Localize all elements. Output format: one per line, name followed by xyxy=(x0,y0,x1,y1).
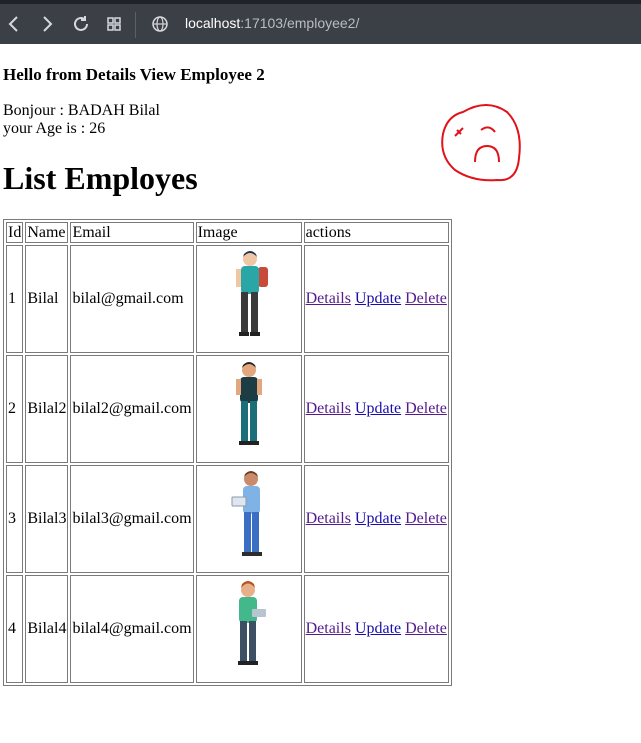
page-heading: Hello from Details View Employee 2 xyxy=(3,65,265,84)
cell-id: 4 xyxy=(6,575,24,683)
cell-email: bilal4@gmail.com xyxy=(70,575,194,683)
url-host: localhost xyxy=(185,15,241,31)
table-header-row: Id Name Email Image actions xyxy=(6,222,449,243)
details-link[interactable]: Details xyxy=(306,290,351,307)
cell-name: Bilal4 xyxy=(25,575,69,683)
browser-toolbar: localhost:17103/employee2/ xyxy=(0,0,641,44)
reload-icon[interactable] xyxy=(70,13,92,35)
header-id: Id xyxy=(6,222,24,243)
employee-avatar-image xyxy=(235,250,268,336)
header-name: Name xyxy=(25,222,69,243)
globe-icon[interactable] xyxy=(149,13,171,35)
cell-email: bilal3@gmail.com xyxy=(70,465,194,573)
list-title: List Employes xyxy=(3,160,198,196)
header-image: Image xyxy=(195,222,302,243)
cell-actions: Details Update Delete xyxy=(303,245,449,353)
header-email: Email xyxy=(70,222,194,243)
header-actions: actions xyxy=(303,222,449,243)
details-link[interactable]: Details xyxy=(306,510,351,527)
cell-name: Bilal3 xyxy=(25,465,69,573)
grid-icon[interactable] xyxy=(103,13,125,35)
cell-actions: Details Update Delete xyxy=(303,465,449,573)
table-row: 1 Bilal bilal@gmail.com Details Update D… xyxy=(6,245,449,353)
cell-id: 1 xyxy=(6,245,24,353)
cell-image xyxy=(195,575,302,683)
delete-link[interactable]: Delete xyxy=(405,400,447,417)
table-row: 3 Bilal3 bilal3@gmail.com Details Update xyxy=(6,465,449,573)
url-path: :17103/employee2/ xyxy=(240,15,360,31)
update-link[interactable]: Update xyxy=(355,290,401,307)
cell-id: 2 xyxy=(6,355,24,463)
delete-link[interactable]: Delete xyxy=(405,290,447,307)
update-link[interactable]: Update xyxy=(355,400,401,417)
greeting-text: Bonjour : BADAH Bilal xyxy=(3,102,160,119)
employee-avatar-image xyxy=(237,580,266,665)
address-bar[interactable]: localhost:17103/employee2/ xyxy=(185,15,359,31)
sad-face-doodle-icon xyxy=(441,104,521,182)
details-link[interactable]: Details xyxy=(306,400,351,417)
age-text: your Age is : 26 xyxy=(3,120,106,137)
employee-avatar-image xyxy=(235,361,262,445)
cell-email: bilal@gmail.com xyxy=(70,245,194,353)
table-row: 2 Bilal2 bilal2@gmail.com Details Update… xyxy=(6,355,449,463)
employees-table: Id Name Email Image actions 1 Bilal bila… xyxy=(3,219,452,686)
cell-image xyxy=(195,355,302,463)
cell-id: 3 xyxy=(6,465,24,573)
cell-email: bilal2@gmail.com xyxy=(70,355,194,463)
cell-image xyxy=(195,465,302,573)
delete-link[interactable]: Delete xyxy=(405,620,447,637)
cell-actions: Details Update Delete xyxy=(303,575,449,683)
table-row: 4 Bilal4 bilal4@gmail.com Details Update xyxy=(6,575,449,683)
forward-arrow-icon[interactable] xyxy=(36,13,58,35)
cell-image xyxy=(195,245,302,353)
cell-name: Bilal xyxy=(25,245,69,353)
details-link[interactable]: Details xyxy=(306,620,351,637)
update-link[interactable]: Update xyxy=(355,620,401,637)
back-arrow-icon[interactable] xyxy=(3,13,25,35)
employee-avatar-image xyxy=(231,470,262,556)
delete-link[interactable]: Delete xyxy=(405,510,447,527)
toolbar-separator xyxy=(135,12,136,38)
cell-name: Bilal2 xyxy=(25,355,69,463)
update-link[interactable]: Update xyxy=(355,510,401,527)
cell-actions: Details Update Delete xyxy=(303,355,449,463)
